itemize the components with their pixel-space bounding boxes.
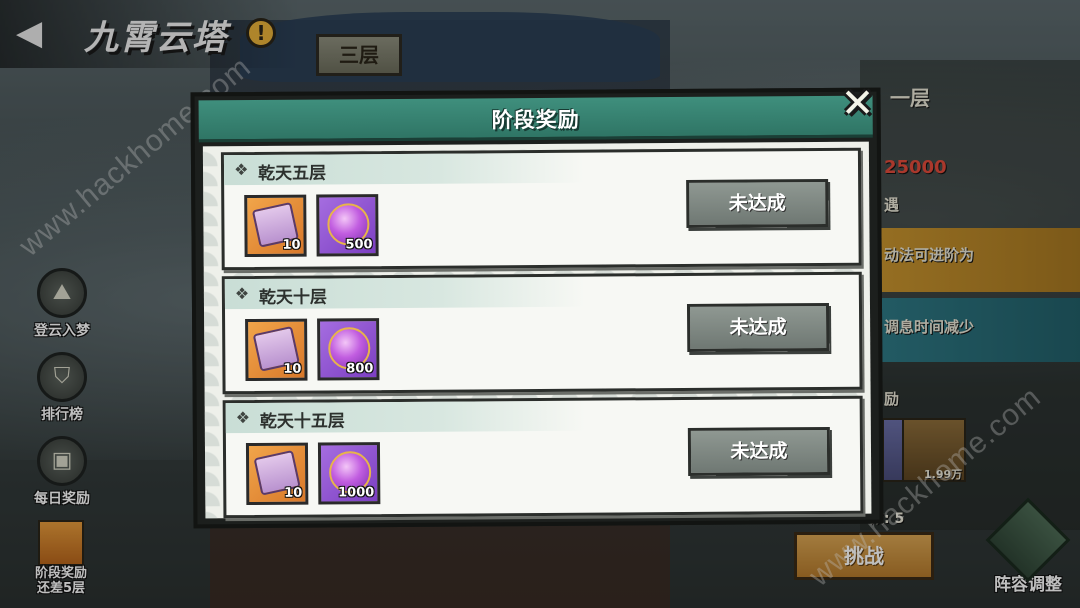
reward-card: ❖ 乾天十层 10 800 未达成 <box>221 271 863 395</box>
scroll-item[interactable]: 10 <box>245 442 309 506</box>
dialog-body: ❖ 乾天五层 10 500 未达成 ❖ 乾天十层 10 800 未达成 ❖ 乾天… <box>202 141 872 519</box>
claim-status-button[interactable]: 未达成 <box>686 302 830 352</box>
dialog-header: 阶段奖励 <box>198 95 873 143</box>
item-count: 10 <box>284 485 303 501</box>
diamond-bullet-icon: ❖ <box>235 408 251 428</box>
reward-card: ❖ 乾天五层 10 500 未达成 <box>220 147 862 271</box>
diamond-bullet-icon: ❖ <box>234 284 250 304</box>
item-count: 500 <box>345 237 373 253</box>
claim-status-button[interactable]: 未达成 <box>687 426 831 476</box>
orb-item[interactable]: 1000 <box>317 442 381 505</box>
reward-tier-title: 乾天十层 <box>258 287 327 308</box>
reward-tier-title: 乾天五层 <box>257 163 327 184</box>
scroll-item[interactable]: 10 <box>245 318 308 382</box>
item-count: 10 <box>282 237 301 253</box>
orb-item[interactable]: 500 <box>316 194 379 257</box>
stage-reward-dialog: 阶段奖励 ✕ ❖ 乾天五层 10 500 未达成 ❖ 乾天十层 10 800 未… <box>190 81 884 529</box>
reward-card: ❖ 乾天十五层 10 1000 未达成 <box>222 395 864 519</box>
reward-tier-title: 乾天十五层 <box>259 411 345 432</box>
item-count: 800 <box>346 361 374 377</box>
dialog-title: 阶段奖励 <box>491 107 580 133</box>
orb-item[interactable]: 800 <box>317 318 380 381</box>
item-count: 10 <box>283 361 302 377</box>
diamond-bullet-icon: ❖ <box>233 160 249 180</box>
scroll-item[interactable]: 10 <box>244 194 307 258</box>
item-count: 1000 <box>338 485 375 501</box>
close-icon[interactable]: ✕ <box>836 81 878 127</box>
claim-status-button[interactable]: 未达成 <box>686 178 829 228</box>
